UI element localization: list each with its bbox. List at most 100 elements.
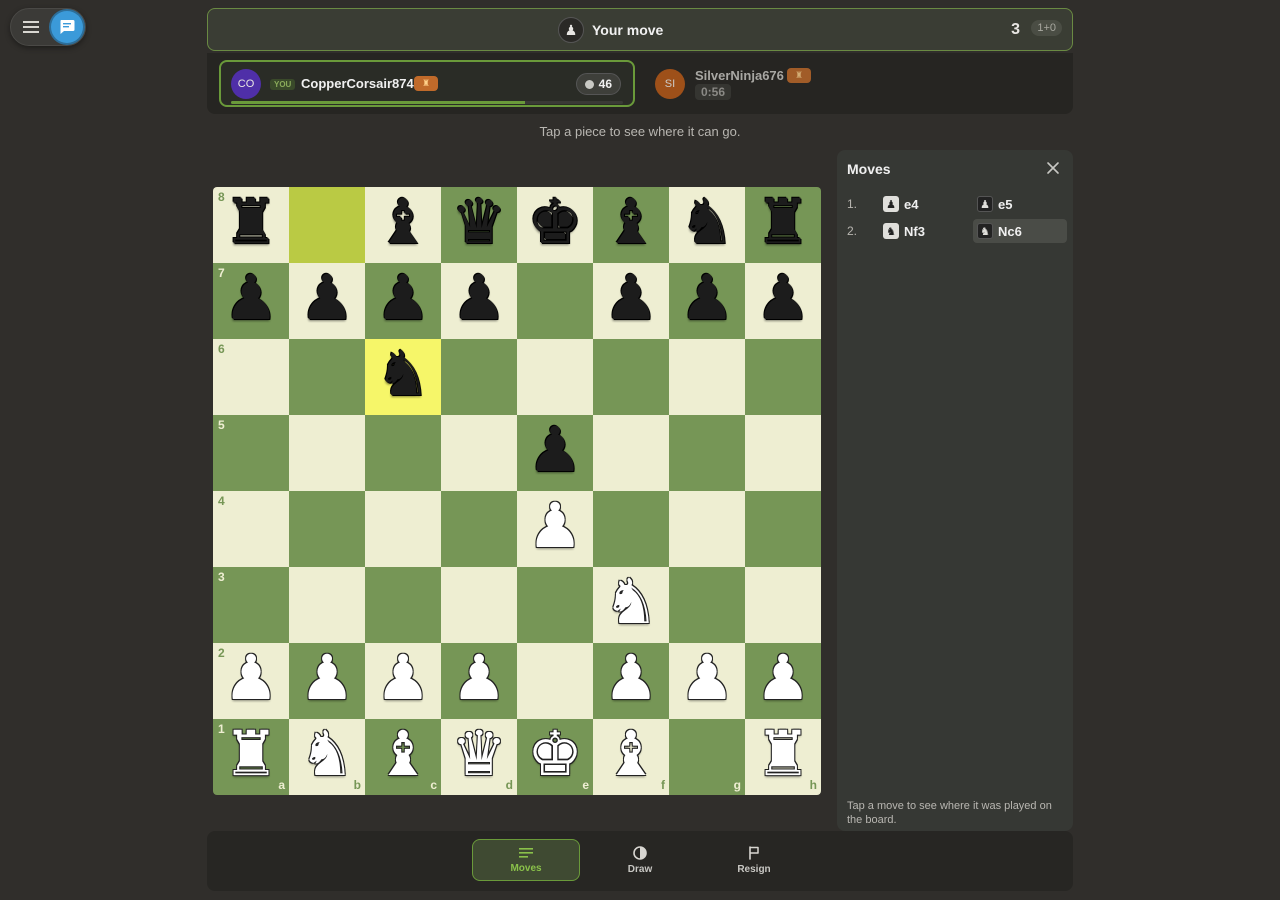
white-king-icon[interactable]: ♚ xyxy=(527,723,583,785)
square-d2[interactable]: ♟ xyxy=(441,643,517,719)
square-b4[interactable] xyxy=(289,491,365,567)
square-g7[interactable]: ♟ xyxy=(669,263,745,339)
square-a7[interactable]: 7 ♟ xyxy=(213,263,289,339)
white-pawn-icon[interactable]: ♟ xyxy=(679,647,735,709)
square-e1[interactable]: e ♚ xyxy=(517,719,593,795)
square-a5[interactable]: 5 xyxy=(213,415,289,491)
white-pawn-icon[interactable]: ♟ xyxy=(603,647,659,709)
white-rook-icon[interactable]: ♜ xyxy=(755,723,811,785)
square-c3[interactable] xyxy=(365,567,441,643)
square-d4[interactable] xyxy=(441,491,517,567)
square-g4[interactable] xyxy=(669,491,745,567)
black-move[interactable]: ♞ Nc6 xyxy=(973,219,1067,243)
square-a2[interactable]: 2 ♟ xyxy=(213,643,289,719)
square-c5[interactable] xyxy=(365,415,441,491)
square-g1[interactable]: g xyxy=(669,719,745,795)
square-g8[interactable]: ♞ xyxy=(669,187,745,263)
black-pawn-icon[interactable]: ♟ xyxy=(527,419,583,481)
close-button[interactable] xyxy=(1045,160,1061,176)
square-e8[interactable]: ♚ xyxy=(517,187,593,263)
black-pawn-icon[interactable]: ♟ xyxy=(299,267,355,329)
square-h3[interactable] xyxy=(745,567,821,643)
resign-button[interactable]: Resign xyxy=(700,839,808,881)
square-c6[interactable]: ♞ xyxy=(365,339,441,415)
black-knight-icon[interactable]: ♞ xyxy=(679,191,735,253)
square-b5[interactable] xyxy=(289,415,365,491)
square-g6[interactable] xyxy=(669,339,745,415)
square-f3[interactable]: ♞ xyxy=(593,567,669,643)
square-b1[interactable]: b ♞ xyxy=(289,719,365,795)
square-h5[interactable] xyxy=(745,415,821,491)
black-pawn-icon[interactable]: ♟ xyxy=(223,267,279,329)
black-pawn-icon[interactable]: ♟ xyxy=(375,267,431,329)
black-rook-icon[interactable]: ♜ xyxy=(223,191,279,253)
square-a1[interactable]: 1 a ♜ xyxy=(213,719,289,795)
square-f7[interactable]: ♟ xyxy=(593,263,669,339)
square-h8[interactable]: ♜ xyxy=(745,187,821,263)
chess-board[interactable]: 8 ♜ ♝ ♛ ♚ ♝ ♞ ♜ 7 ♟ ♟ ♟ ♟ ♟ ♟ ♟ 6 ♞ 5 ♟ 4 ♟ 3 ♞ 2 ♟ ♟ ♟ ♟ ♟ ♟ ♟ 1 a ♜ b ♞ c ♝ d… xyxy=(213,187,821,795)
black-queen-icon[interactable]: ♛ xyxy=(451,191,507,253)
white-queen-icon[interactable]: ♛ xyxy=(451,723,507,785)
square-b7[interactable]: ♟ xyxy=(289,263,365,339)
chat-button[interactable] xyxy=(51,11,83,43)
square-h1[interactable]: h ♜ xyxy=(745,719,821,795)
white-knight-icon[interactable]: ♞ xyxy=(603,571,659,633)
black-bishop-icon[interactable]: ♝ xyxy=(375,191,431,253)
white-pawn-icon[interactable]: ♟ xyxy=(223,647,279,709)
square-f6[interactable] xyxy=(593,339,669,415)
square-c2[interactable]: ♟ xyxy=(365,643,441,719)
square-a6[interactable]: 6 xyxy=(213,339,289,415)
square-a3[interactable]: 3 xyxy=(213,567,289,643)
square-e7[interactable] xyxy=(517,263,593,339)
square-d1[interactable]: d ♛ xyxy=(441,719,517,795)
square-g5[interactable] xyxy=(669,415,745,491)
white-pawn-icon[interactable]: ♟ xyxy=(375,647,431,709)
black-pawn-icon[interactable]: ♟ xyxy=(451,267,507,329)
white-move[interactable]: ♞ Nf3 xyxy=(879,219,973,243)
black-bishop-icon[interactable]: ♝ xyxy=(603,191,659,253)
white-bishop-icon[interactable]: ♝ xyxy=(375,723,431,785)
draw-button[interactable]: Draw xyxy=(586,839,694,881)
square-c1[interactable]: c ♝ xyxy=(365,719,441,795)
square-e6[interactable] xyxy=(517,339,593,415)
white-pawn-icon[interactable]: ♟ xyxy=(755,647,811,709)
square-e4[interactable]: ♟ xyxy=(517,491,593,567)
white-bishop-icon[interactable]: ♝ xyxy=(603,723,659,785)
square-b8[interactable] xyxy=(289,187,365,263)
black-knight-icon[interactable]: ♞ xyxy=(375,343,431,405)
white-pawn-icon[interactable]: ♟ xyxy=(527,495,583,557)
black-move[interactable]: ♟ e5 xyxy=(973,192,1067,216)
square-f1[interactable]: f ♝ xyxy=(593,719,669,795)
white-pawn-icon[interactable]: ♟ xyxy=(299,647,355,709)
square-d5[interactable] xyxy=(441,415,517,491)
square-c8[interactable]: ♝ xyxy=(365,187,441,263)
square-a8[interactable]: 8 ♜ xyxy=(213,187,289,263)
square-d7[interactable]: ♟ xyxy=(441,263,517,339)
square-d8[interactable]: ♛ xyxy=(441,187,517,263)
black-pawn-icon[interactable]: ♟ xyxy=(755,267,811,329)
square-h7[interactable]: ♟ xyxy=(745,263,821,339)
square-h2[interactable]: ♟ xyxy=(745,643,821,719)
square-c7[interactable]: ♟ xyxy=(365,263,441,339)
black-pawn-icon[interactable]: ♟ xyxy=(603,267,659,329)
square-f8[interactable]: ♝ xyxy=(593,187,669,263)
square-f4[interactable] xyxy=(593,491,669,567)
square-f2[interactable]: ♟ xyxy=(593,643,669,719)
white-rook-icon[interactable]: ♜ xyxy=(223,723,279,785)
square-a4[interactable]: 4 xyxy=(213,491,289,567)
white-knight-icon[interactable]: ♞ xyxy=(299,723,355,785)
moves-button[interactable]: Moves xyxy=(472,839,580,881)
black-king-icon[interactable]: ♚ xyxy=(527,191,583,253)
square-f5[interactable] xyxy=(593,415,669,491)
menu-button[interactable] xyxy=(21,17,41,37)
square-d3[interactable] xyxy=(441,567,517,643)
white-move[interactable]: ♟ e4 xyxy=(879,192,973,216)
square-b3[interactable] xyxy=(289,567,365,643)
black-pawn-icon[interactable]: ♟ xyxy=(679,267,735,329)
square-b2[interactable]: ♟ xyxy=(289,643,365,719)
square-c4[interactable] xyxy=(365,491,441,567)
square-g3[interactable] xyxy=(669,567,745,643)
square-h4[interactable] xyxy=(745,491,821,567)
white-pawn-icon[interactable]: ♟ xyxy=(451,647,507,709)
square-e3[interactable] xyxy=(517,567,593,643)
